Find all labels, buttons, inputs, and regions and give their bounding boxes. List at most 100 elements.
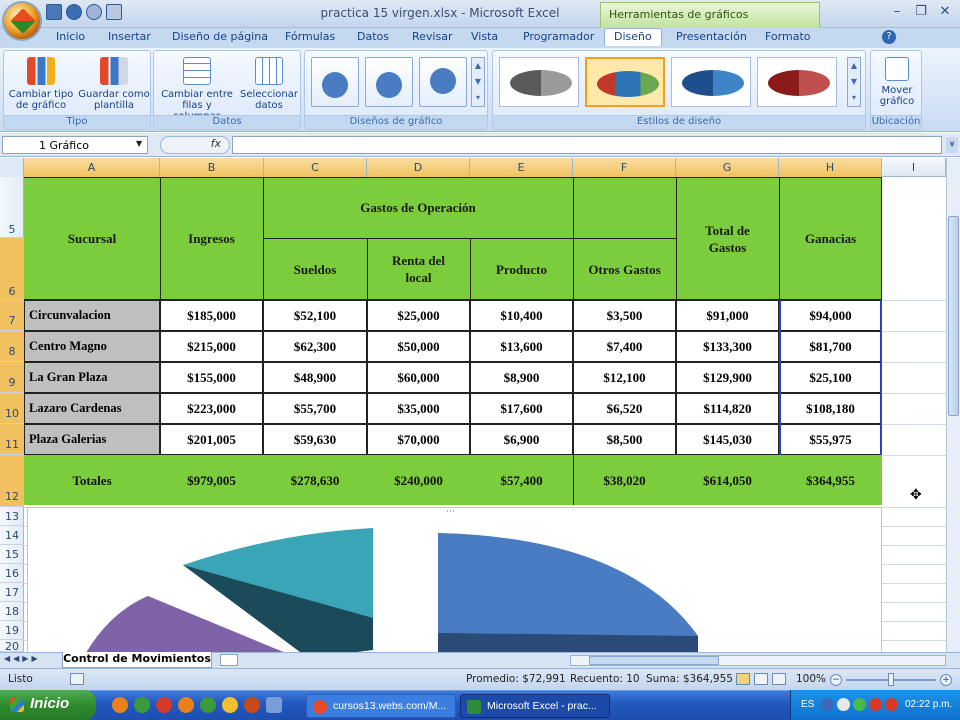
page-layout-view-icon[interactable] [754,673,768,685]
worksheet-grid[interactable]: Sucursal Ingresos Gastos de Operación Su… [24,177,960,652]
cell-renta[interactable]: $35,000 [367,393,470,424]
minimize-button[interactable]: – [886,4,908,22]
layouts-scroll[interactable]: ▲ ▼ ▾ [471,57,485,107]
firefox-icon[interactable] [112,697,128,713]
style-thumb-blue[interactable] [671,57,751,107]
tab-inicio[interactable]: Inicio [56,30,85,43]
tab-datos[interactable]: Datos [357,30,389,43]
app-icon[interactable] [200,697,216,713]
cell-sueldos[interactable]: $59,630 [263,424,367,455]
cell-producto[interactable]: $6,900 [470,424,573,455]
col-header-c[interactable]: C [264,158,367,177]
office-button[interactable] [2,1,42,41]
tab-programador[interactable]: Programador [523,30,594,43]
tray-icon-3[interactable] [853,698,866,711]
cell-producto[interactable]: $13,600 [470,331,573,362]
insert-sheet-icon[interactable] [220,654,238,666]
col-header-b[interactable]: B [160,158,264,177]
cell-producto[interactable]: $10,400 [470,300,573,331]
row-header-19[interactable]: 19 [0,621,24,640]
col-header-i[interactable]: I [882,158,946,177]
cell-producto[interactable]: $8,900 [470,362,573,393]
cell-renta[interactable]: $50,000 [367,331,470,362]
tray-icon-5[interactable] [885,698,898,711]
layout-thumb-1[interactable] [311,57,359,107]
expand-formula-icon[interactable]: ¥ [946,137,958,153]
tab-diseno[interactable]: Diseño [604,28,662,46]
vertical-scrollbar[interactable] [946,158,960,652]
layout-thumb-3[interactable] [419,57,467,107]
total-sueldos[interactable]: $278,630 [263,458,367,503]
cell-sueldos[interactable]: $48,900 [263,362,367,393]
media-icon[interactable] [244,697,260,713]
layout-thumb-2[interactable] [365,57,413,107]
name-box[interactable]: 1 Gráfico [2,136,148,154]
cell-ingresos[interactable]: $215,000 [160,331,263,362]
style-thumb-multicolor[interactable] [585,57,665,107]
total-ganancias[interactable]: $364,955 [779,458,882,503]
row-header-15[interactable]: 15 [0,545,24,564]
embedded-chart[interactable]: ⋯ [27,507,882,652]
col-header-f[interactable]: F [573,158,676,177]
col-header-e[interactable]: E [470,158,573,177]
cell-ingresos[interactable]: $185,000 [160,300,263,331]
cell-otros[interactable]: $3,500 [573,300,676,331]
tab-formulas[interactable]: Fórmulas [285,30,335,43]
horizontal-scroll-thumb[interactable] [589,656,719,665]
start-button[interactable]: Inicio [0,690,96,720]
row-header-5[interactable]: 5 [0,177,24,238]
cell-producto[interactable]: $17,600 [470,393,573,424]
macro-record-icon[interactable] [70,673,84,685]
select-all-corner[interactable] [0,158,24,177]
customize-icon[interactable] [106,4,122,20]
task-browser[interactable]: cursos13.webs.com/M... [306,694,456,718]
tab-formato[interactable]: Formato [765,30,811,43]
cell-sueldos[interactable]: $62,300 [263,331,367,362]
col-header-g[interactable]: G [676,158,779,177]
firefox2-icon[interactable] [178,697,194,713]
cell-sueldos[interactable]: $55,700 [263,393,367,424]
cell-ingresos[interactable]: $223,000 [160,393,263,424]
row-header-7[interactable]: 7 [0,300,24,331]
folder-icon[interactable] [222,697,238,713]
help-icon[interactable]: ? [882,30,896,44]
save-as-template-button[interactable]: Guardar como plantilla [78,57,150,111]
insert-function-button[interactable]: fx [160,136,230,154]
row-header-17[interactable]: 17 [0,583,24,602]
chrome-icon[interactable] [134,697,150,713]
cell-ganancias[interactable]: $81,700 [779,331,882,362]
tab-insertar[interactable]: Insertar [108,30,151,43]
tab-vista[interactable]: Vista [471,30,498,43]
col-header-h[interactable]: H [779,158,882,177]
save-icon[interactable] [46,4,62,20]
total-renta[interactable]: $240,000 [367,458,470,503]
row-header-20[interactable]: 20 [0,640,24,653]
style-thumb-red[interactable] [757,57,837,107]
tab-diseno-pagina[interactable]: Diseño de página [172,30,268,43]
task-excel[interactable]: Microsoft Excel - prac... [460,694,610,718]
formula-input[interactable] [232,136,942,154]
restore-button[interactable]: ❐ [910,4,932,22]
cell-ganancias[interactable]: $108,180 [779,393,882,424]
row-header-9[interactable]: 9 [0,362,24,393]
cell-sucursal[interactable]: Plaza Galerias [24,424,160,455]
zoom-in-icon[interactable]: + [940,674,952,686]
cell-renta[interactable]: $70,000 [367,424,470,455]
cell-total[interactable]: $91,000 [676,300,779,331]
row-header-12[interactable]: 12 [0,455,24,507]
cell-otros[interactable]: $7,400 [573,331,676,362]
cell-otros[interactable]: $6,520 [573,393,676,424]
total-ingresos[interactable]: $979,005 [160,458,263,503]
normal-view-icon[interactable] [736,673,750,685]
cell-sucursal[interactable]: Centro Magno [24,331,160,362]
tray-icon-2[interactable] [837,698,850,711]
horizontal-scrollbar[interactable] [570,655,946,666]
cell-total[interactable]: $114,820 [676,393,779,424]
page-break-view-icon[interactable] [772,673,786,685]
style-thumb-gray[interactable] [499,57,579,107]
zoom-slider-thumb[interactable] [888,673,894,686]
cell-ganancias[interactable]: $25,100 [779,362,882,393]
cell-ingresos[interactable]: $201,005 [160,424,263,455]
cell-ganancias[interactable]: $55,975 [779,424,882,455]
total-otros[interactable]: $38,020 [573,458,676,503]
